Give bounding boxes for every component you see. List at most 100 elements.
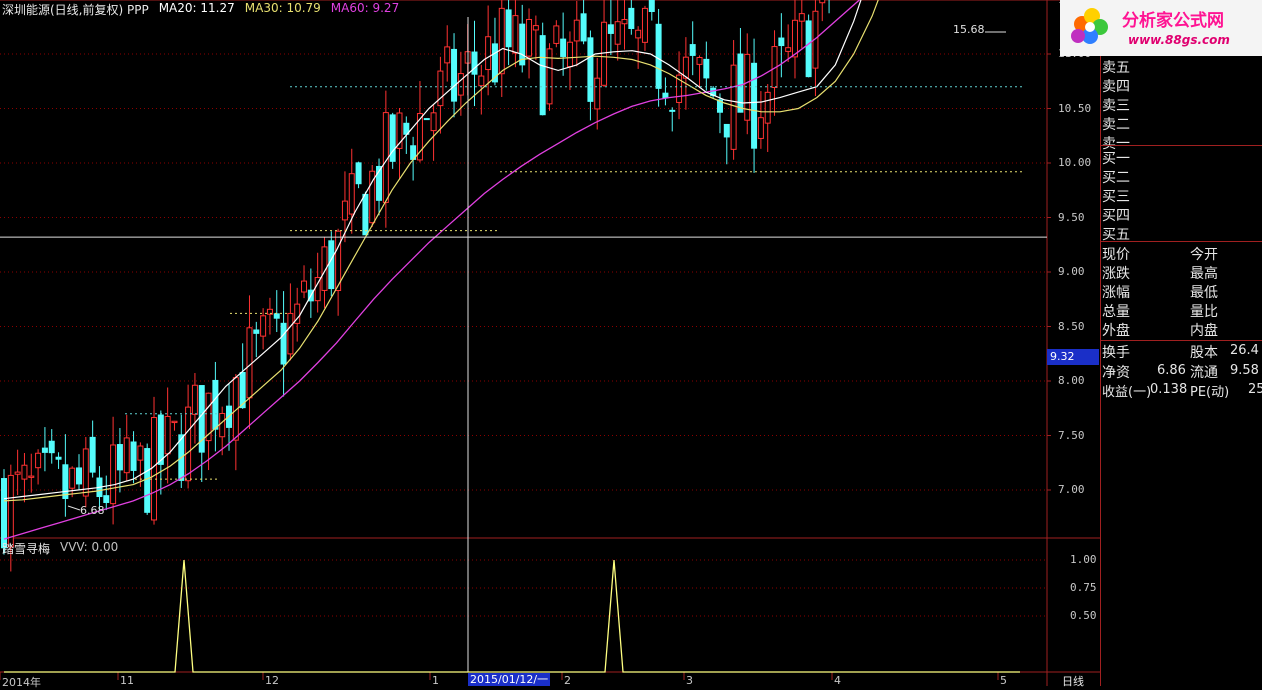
logo-url: www.88gs.com bbox=[1128, 33, 1230, 47]
indicator-tick-label: 0.50 bbox=[1070, 609, 1097, 622]
price-tick-label: 8.00 bbox=[1058, 374, 1085, 387]
indicator-name: 踏雪寻梅 bbox=[2, 542, 51, 556]
candle-body bbox=[791, 19, 798, 58]
candle-body bbox=[444, 46, 451, 64]
candle-body bbox=[580, 13, 587, 42]
float-label: 流通 bbox=[1190, 365, 1218, 381]
candle-body bbox=[287, 312, 294, 355]
low-arrow bbox=[67, 505, 81, 511]
candle-body bbox=[69, 467, 76, 489]
stock-title: 深圳能源(日线,前复权) PPP bbox=[2, 3, 149, 17]
candle-body bbox=[191, 384, 198, 415]
candle-body bbox=[689, 44, 696, 56]
price-tick-label: 7.50 bbox=[1058, 428, 1085, 442]
order-book-sell-row: 卖二 bbox=[1102, 117, 1130, 133]
candle-body bbox=[485, 36, 492, 71]
chart-area[interactable]: 15.68 6.68 bbox=[0, 0, 1100, 686]
candle-body bbox=[1, 478, 7, 549]
candle-body bbox=[621, 18, 628, 25]
order-book-sell-row: 卖四 bbox=[1102, 79, 1130, 95]
candle-body bbox=[164, 415, 171, 455]
candle-body bbox=[798, 13, 805, 22]
candle-body bbox=[137, 445, 144, 461]
candle-body bbox=[451, 48, 458, 102]
candle-body bbox=[151, 417, 158, 521]
ma60-label: MA60: 9.27 bbox=[330, 1, 400, 15]
candle-body bbox=[76, 467, 83, 485]
date-tick-label: 12 bbox=[265, 674, 279, 687]
candle-body bbox=[607, 24, 614, 34]
candle-body bbox=[110, 444, 117, 505]
candle-body bbox=[805, 20, 812, 78]
candle-body bbox=[130, 441, 137, 471]
candle-body bbox=[526, 18, 533, 57]
candle-body bbox=[744, 53, 751, 121]
candle-body bbox=[48, 440, 55, 454]
candle-body bbox=[778, 37, 785, 47]
candle-body bbox=[362, 193, 369, 236]
order-book-buy-row: 买四 bbox=[1102, 208, 1130, 224]
quote-label-left: 涨跌 bbox=[1102, 266, 1130, 282]
order-book-sell-row: 卖五 bbox=[1102, 60, 1130, 76]
price-tick-label: 7.00 bbox=[1058, 483, 1085, 496]
quote-label-left: 现价 bbox=[1102, 247, 1130, 263]
candle-body bbox=[430, 112, 437, 132]
candle-body bbox=[532, 25, 539, 31]
candle-body bbox=[785, 47, 792, 52]
candle-body bbox=[21, 464, 28, 480]
candle-body bbox=[553, 25, 560, 44]
candle-body bbox=[566, 41, 573, 68]
candle-body bbox=[764, 91, 771, 124]
candle-body bbox=[246, 327, 253, 399]
candle-body bbox=[703, 58, 710, 79]
date-tick-label: 4 bbox=[834, 674, 841, 687]
candle-body bbox=[219, 412, 226, 438]
candle-body bbox=[348, 173, 355, 215]
high-annotation: 15.68 bbox=[953, 23, 985, 36]
candle-body bbox=[55, 456, 62, 460]
candle-body bbox=[478, 75, 485, 87]
date-tick-label: 3 bbox=[686, 674, 693, 687]
candle-body bbox=[171, 420, 178, 424]
candle-body bbox=[819, 0, 826, 4]
candle-body bbox=[757, 117, 764, 139]
low-annotation: 6.68 bbox=[80, 504, 105, 517]
candle-body bbox=[116, 444, 123, 471]
candle-body bbox=[662, 92, 669, 99]
candle-body bbox=[301, 280, 308, 293]
candle-body bbox=[62, 464, 69, 499]
quote-label-right: 最低 bbox=[1190, 285, 1218, 301]
candle-body bbox=[123, 437, 130, 474]
order-book-buy-row: 买二 bbox=[1102, 170, 1130, 186]
candle-body bbox=[655, 23, 662, 89]
candle-body bbox=[253, 329, 260, 334]
date-tick-label: 1 bbox=[432, 674, 439, 687]
order-book-buy-row: 买三 bbox=[1102, 189, 1130, 205]
candle-body bbox=[601, 21, 608, 86]
candle-body bbox=[751, 62, 758, 149]
net-asset-value: 6.86 bbox=[1157, 363, 1186, 378]
candle-body bbox=[573, 19, 580, 42]
quote-label-right: 量比 bbox=[1190, 304, 1218, 320]
indicator-title-row: 踏雪寻梅 VVV: 0.00 bbox=[2, 540, 118, 557]
candle-body bbox=[723, 123, 730, 138]
quote-label-right: 今开 bbox=[1190, 247, 1218, 263]
candle-body bbox=[28, 475, 35, 478]
candle-body bbox=[505, 9, 512, 48]
ma30-label: MA30: 10.79 bbox=[244, 1, 321, 15]
candle-body bbox=[157, 414, 164, 465]
pe-label: PE(动) bbox=[1190, 385, 1230, 400]
price-tick-label: 8.50 bbox=[1058, 319, 1085, 333]
candle-body bbox=[35, 452, 42, 469]
candle-body bbox=[212, 379, 219, 430]
quote-label-left: 总量 bbox=[1102, 304, 1130, 320]
candle-body bbox=[539, 35, 546, 116]
candle-body bbox=[696, 57, 703, 65]
candle-body bbox=[355, 162, 362, 185]
candle-body bbox=[273, 313, 280, 319]
candle-body bbox=[89, 436, 96, 473]
quote-label-right: 内盘 bbox=[1190, 323, 1218, 339]
cursor-price-label: 9.32 bbox=[1047, 349, 1099, 365]
candle-body bbox=[669, 109, 676, 112]
period-button[interactable]: 日线 bbox=[1062, 673, 1084, 689]
